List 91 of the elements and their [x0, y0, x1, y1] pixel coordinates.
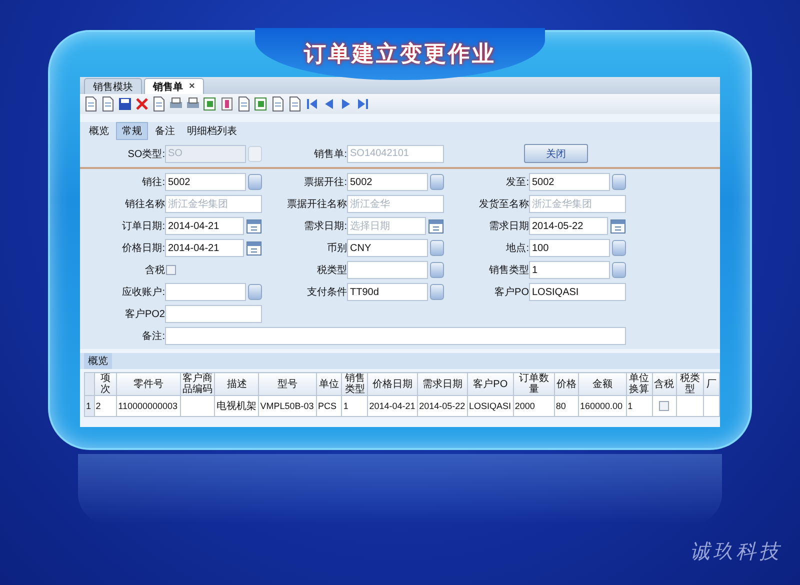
field-label: 客户PO2: [124, 308, 165, 321]
row-header-corner: [84, 372, 94, 396]
field-label: 销往:: [141, 176, 165, 189]
module-tab[interactable]: 销售模块: [84, 78, 142, 94]
column-header[interactable]: 订单数量: [513, 372, 554, 396]
table-cell: 160000.00: [578, 396, 626, 416]
input-field[interactable]: LOSIQASI: [529, 283, 626, 301]
calendar-icon[interactable]: [610, 218, 626, 234]
table-cell: 电视机架: [214, 396, 259, 416]
table-cell: 2014-04-21: [368, 396, 418, 416]
table-cell: 2000: [513, 396, 554, 416]
table-cell: LOSIQASI: [467, 396, 514, 416]
column-header[interactable]: 税类型: [676, 372, 704, 396]
calendar-icon[interactable]: [246, 240, 262, 256]
date-field[interactable]: 2014-04-21: [165, 239, 244, 257]
field-label: 销售类型: [488, 264, 529, 277]
table-cell: VMPL50B-03: [258, 396, 317, 416]
field-label: 价格日期:: [121, 242, 165, 255]
table-cell: 2014-05-22: [418, 396, 468, 416]
table-cell: 1: [626, 396, 652, 416]
column-header[interactable]: 含税: [652, 372, 676, 396]
column-header[interactable]: 客户商品编码: [180, 372, 215, 396]
first-record-icon[interactable]: [304, 96, 320, 112]
field-label: 发货至名称: [478, 198, 529, 211]
input-field[interactable]: [165, 305, 262, 323]
row-header: 1: [84, 396, 94, 416]
dropdown-field[interactable]: 5002: [165, 173, 246, 191]
dropdown-field[interactable]: 5002: [347, 173, 428, 191]
field-label: 销往名称: [124, 198, 165, 211]
field-label: 票据开往名称: [286, 198, 347, 211]
checkbox[interactable]: [659, 401, 670, 411]
save-icon[interactable]: [117, 96, 133, 112]
new-document-icon[interactable]: [83, 96, 99, 112]
brand-text: 诚玖科技: [690, 538, 782, 565]
last-record-icon[interactable]: [355, 96, 371, 112]
date-field[interactable]: 2014-04-21: [165, 217, 244, 235]
column-header[interactable]: 项次: [94, 372, 117, 396]
calendar-icon[interactable]: [246, 218, 262, 234]
field-label: SO类型:: [126, 148, 165, 160]
calendar-icon[interactable]: [428, 218, 444, 234]
column-header[interactable]: 单位: [316, 372, 342, 396]
field-label: 票据开往:: [303, 176, 347, 189]
subtab[interactable]: 常规: [116, 122, 148, 140]
checkbox[interactable]: [166, 265, 176, 275]
column-header[interactable]: 描述: [214, 372, 259, 396]
dropdown-field[interactable]: 1: [529, 261, 610, 279]
field-label: 需求日期:: [303, 220, 347, 233]
delete-icon[interactable]: [134, 96, 150, 112]
field-label: 应收账户:: [121, 286, 165, 299]
field-label: 需求日期: [488, 220, 529, 233]
field-label: 税类型: [316, 264, 347, 277]
field-label: 支付条件: [306, 286, 347, 299]
field-label: 客户PO: [494, 286, 529, 299]
field-label: 备注:: [141, 330, 165, 343]
table-cell: 2: [94, 396, 117, 416]
dropdown-field[interactable]: [165, 283, 246, 301]
grid-tab[interactable]: 概览: [84, 353, 112, 369]
table-cell: PCS: [316, 396, 342, 416]
dropdown-field[interactable]: 100: [529, 239, 610, 257]
dropdown-field[interactable]: [347, 261, 428, 279]
column-header[interactable]: 需求日期: [418, 372, 468, 396]
close-icon[interactable]: ×: [189, 81, 195, 92]
column-header[interactable]: 型号: [258, 372, 317, 396]
table-cell: 80: [554, 396, 579, 416]
banner-title: 订单建立变更作业: [304, 40, 496, 68]
subtab[interactable]: 概览: [84, 123, 114, 139]
field-label: 发至:: [505, 176, 529, 189]
column-header[interactable]: 单位换算: [626, 372, 652, 396]
dropdown-field[interactable]: CNY: [347, 239, 428, 257]
field-label: 订单日期:: [121, 220, 165, 233]
close-button[interactable]: 关闭: [524, 144, 588, 163]
field-label: 地点:: [505, 242, 529, 255]
table-cell: 110000000003: [116, 396, 180, 416]
column-header[interactable]: 金额: [578, 372, 626, 396]
module-tab[interactable]: 销售单 ×: [144, 78, 204, 94]
field-label: 销售单:: [313, 148, 347, 160]
dropdown-field[interactable]: TT90d: [347, 283, 428, 301]
column-header[interactable]: 零件号: [116, 372, 180, 396]
subtab[interactable]: 明细档列表: [182, 123, 242, 139]
column-header[interactable]: 厂: [704, 372, 720, 396]
column-header[interactable]: 销售类型: [342, 372, 368, 396]
column-header[interactable]: 价格: [554, 372, 579, 396]
table-cell: 1: [342, 396, 368, 416]
field-label: 含税: [144, 264, 165, 277]
dropdown-field[interactable]: 5002: [529, 173, 610, 191]
column-header[interactable]: 客户PO: [467, 372, 514, 396]
field-label: 币别: [326, 242, 347, 255]
column-header[interactable]: 价格日期: [368, 372, 418, 396]
input-field[interactable]: [165, 327, 626, 345]
date-field[interactable]: 2014-05-22: [529, 217, 608, 235]
subtab[interactable]: 备注: [150, 123, 180, 139]
